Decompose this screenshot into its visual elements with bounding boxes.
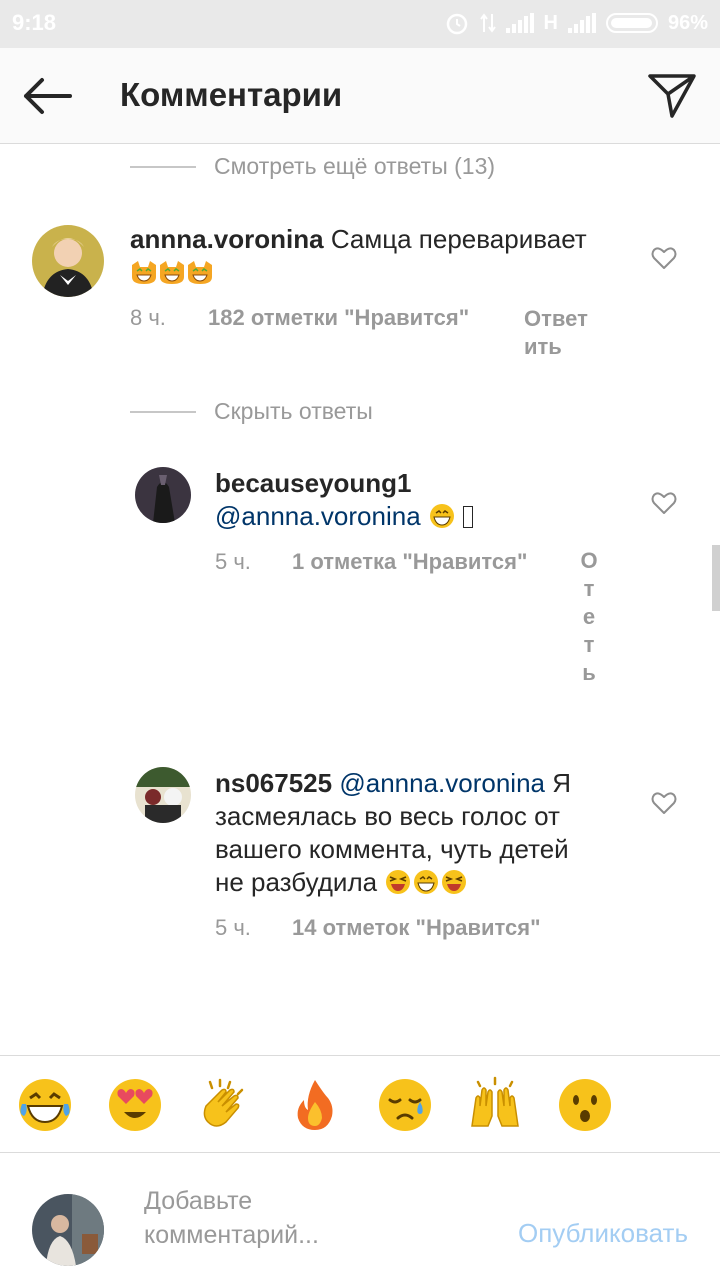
- reply-label-1: Ответ: [524, 306, 588, 331]
- status-bar: 9:18 H 96%: [0, 0, 720, 48]
- hide-replies[interactable]: Скрыть ответы: [130, 398, 373, 425]
- comment-text-4: не разбудила: [215, 867, 378, 897]
- reply-char: ь: [582, 660, 596, 685]
- view-more-replies-label: Смотреть ещё ответы (13): [214, 153, 496, 179]
- comment-text-2: засмеялась во весь голос от: [215, 801, 560, 831]
- direct-send-icon[interactable]: [646, 70, 698, 122]
- emoji-quick-bar: [0, 1055, 720, 1153]
- battery-level: 96%: [667, 11, 708, 34]
- grinning-emoji: [414, 870, 439, 894]
- comment-username[interactable]: becauseyoung1: [215, 468, 412, 498]
- alarm-icon: [446, 13, 467, 35]
- avatar[interactable]: [135, 467, 191, 523]
- signal-icon: [505, 13, 534, 33]
- page-title: Комментарии: [120, 76, 343, 113]
- grinning-emoji: [429, 504, 454, 528]
- comment-likes[interactable]: 1 отметка "Нравится": [292, 549, 527, 575]
- comment-input-bar: Добавьте комментарий... Опубликовать: [0, 1154, 720, 1280]
- comment-text-1: Я: [552, 768, 572, 798]
- reply-char: е: [582, 604, 596, 629]
- avatar[interactable]: [135, 767, 191, 823]
- reply-button[interactable]: Ответ ить: [524, 305, 588, 361]
- comment-time: 5 ч.: [215, 549, 251, 574]
- clapping-hands-emoji[interactable]: [196, 1076, 254, 1134]
- tears-of-joy-emoji[interactable]: [16, 1076, 74, 1134]
- laughing-squint-emoji: [386, 870, 411, 894]
- laughing-cat-emoji: [132, 261, 156, 284]
- missing-glyph-box: [463, 506, 474, 528]
- comment-likes[interactable]: 182 отметки "Нравится": [208, 305, 469, 331]
- reply-char: О: [580, 548, 598, 573]
- raised-hands-emoji[interactable]: [466, 1076, 524, 1134]
- header: Комментарии: [0, 48, 720, 144]
- comment-input[interactable]: Добавьте комментарий...: [144, 1184, 464, 1252]
- reply-char: т: [583, 576, 595, 601]
- comment-username[interactable]: annna.voronina: [130, 224, 324, 254]
- sad-emoji[interactable]: [376, 1076, 434, 1134]
- comment-mention[interactable]: @annna.voronina: [215, 501, 421, 531]
- view-more-replies[interactable]: Смотреть ещё ответы (13): [130, 153, 495, 180]
- comment-text-3: вашего коммента, чуть детей: [215, 834, 569, 864]
- status-icons: H 96%: [444, 10, 708, 36]
- back-arrow-icon[interactable]: [16, 72, 76, 120]
- laughing-cat-emoji: [188, 261, 212, 284]
- reply-char: т: [583, 632, 595, 657]
- fire-emoji[interactable]: [286, 1076, 344, 1134]
- signal-icon-2: [567, 13, 596, 33]
- reply-label-2: ить: [524, 334, 562, 359]
- publish-button[interactable]: Опубликовать: [518, 1218, 688, 1249]
- heart-icon[interactable]: [651, 791, 677, 815]
- divider-line: [130, 165, 196, 168]
- comment-likes[interactable]: 14 отметок "Нравится": [292, 915, 541, 941]
- comment-input-placeholder-1: Добавьте: [144, 1187, 253, 1215]
- my-avatar: [32, 1194, 104, 1266]
- divider-line: [130, 410, 196, 413]
- avatar[interactable]: [32, 225, 104, 297]
- comments-list[interactable]: Смотреть ещё ответы (13) annna.voronina …: [0, 145, 720, 1055]
- comment-mention[interactable]: @annna.voronina: [339, 768, 545, 798]
- surprised-emoji[interactable]: [556, 1076, 614, 1134]
- hide-replies-label: Скрыть ответы: [214, 398, 373, 424]
- battery-icon: [605, 13, 658, 33]
- heart-eyes-emoji[interactable]: [106, 1076, 164, 1134]
- comment-username[interactable]: ns067525: [215, 768, 332, 798]
- laughing-squint-emoji: [442, 870, 467, 894]
- comment-text: Самца переваривает: [330, 224, 587, 254]
- laughing-cat-emoji: [160, 261, 184, 284]
- comment-time: 5 ч.: [215, 915, 251, 940]
- network-type: H: [543, 11, 558, 34]
- status-time: 9:18: [12, 10, 57, 35]
- data-arrows-icon: [479, 13, 496, 33]
- comment-time: 8 ч.: [130, 305, 166, 330]
- heart-icon[interactable]: [651, 246, 677, 270]
- heart-icon[interactable]: [651, 491, 677, 515]
- scrollbar[interactable]: [712, 545, 720, 611]
- comment-input-placeholder-2: комментарий...: [144, 1221, 319, 1249]
- reply-button[interactable]: О т е т ь: [579, 547, 599, 687]
